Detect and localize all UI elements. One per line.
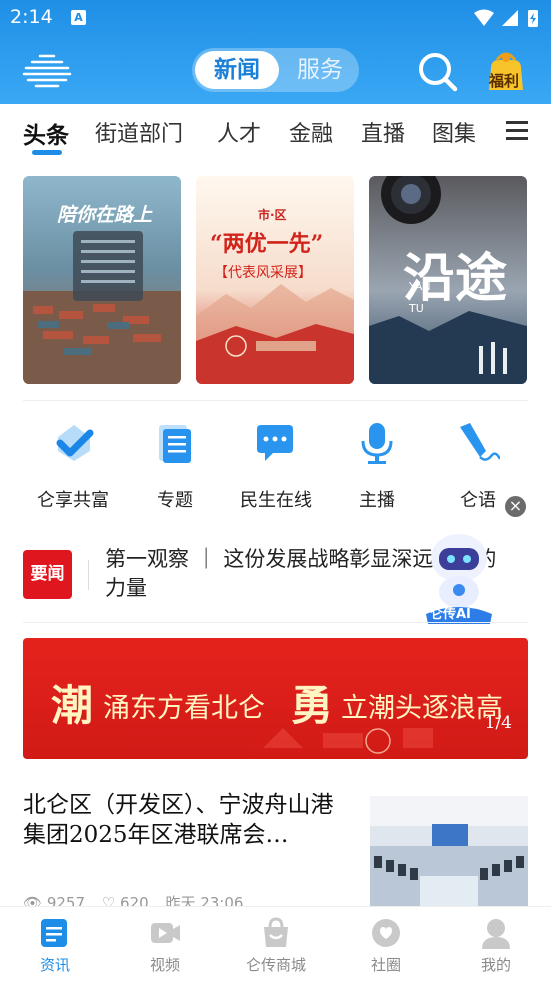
article-title[interactable]: 北仑区（开发区）、宁波舟山港集团2025年区港联席会… [23, 790, 353, 850]
article-thumbnail[interactable] [370, 796, 528, 908]
banner-subtitle: YAN TU [409, 280, 431, 315]
quick-entry-label[interactable]: 仑享共富 [23, 486, 123, 512]
divider [88, 560, 89, 590]
toggle-service[interactable]: 服务 [284, 51, 356, 89]
community-icon[interactable] [370, 917, 402, 949]
divider [23, 622, 528, 623]
search-icon[interactable] [417, 51, 459, 93]
nav-label-news[interactable]: 资讯 [10, 954, 100, 975]
nav-label-mall[interactable]: 仑传商城 [231, 954, 321, 975]
app-header: 2:14 A 新闻 服务 福利 [0, 0, 551, 104]
banner-card-along-the-way[interactable]: 沿途 YAN TU [369, 176, 527, 384]
welfare-label: 福利 [489, 72, 520, 90]
promo-banner[interactable]: 潮 涌东方看北仑 勇 立潮头逐浪高 1/4 [23, 638, 528, 759]
banner-title: 陪你在路上 [57, 204, 153, 226]
tab-gallery[interactable]: 图集 [432, 116, 476, 148]
banner-card-two-excellence[interactable]: 市·区 “两优一先” 【代表风采展】 [196, 176, 354, 384]
banner-text: 立潮头逐浪高 [341, 693, 503, 724]
tab-live[interactable]: 直播 [361, 116, 405, 148]
close-icon[interactable]: × [505, 496, 526, 517]
banner-page-indicator: 1/4 [484, 713, 512, 733]
ai-assistant-label: 仑传AI [430, 607, 471, 622]
banner-char: 勇 [291, 681, 334, 730]
quick-entry-label[interactable]: 民生在线 [226, 486, 326, 512]
quick-entry-label[interactable]: 主播 [327, 486, 427, 512]
tab-street-department[interactable]: 街道部门 [95, 116, 183, 148]
logo-icon[interactable] [22, 52, 72, 90]
news-service-toggle[interactable]: 新闻 服务 [192, 48, 359, 92]
shopping-bag-icon[interactable] [260, 917, 292, 949]
document-icon[interactable] [153, 421, 197, 465]
profile-icon[interactable] [480, 917, 512, 949]
tab-headline[interactable]: 头条 [23, 116, 69, 150]
notification-badge: A [71, 10, 86, 25]
banner-line3: 【代表风采展】 [214, 265, 312, 281]
video-icon[interactable] [149, 917, 181, 949]
microphone-icon[interactable] [355, 421, 399, 465]
divider [23, 400, 528, 401]
status-icons [474, 9, 538, 27]
menu-icon[interactable] [506, 121, 528, 141]
heart-check-icon[interactable] [52, 421, 96, 465]
tab-finance[interactable]: 金融 [289, 116, 333, 148]
nav-label-community[interactable]: 社圈 [341, 954, 431, 975]
toggle-news[interactable]: 新闻 [195, 51, 279, 89]
status-time: 2:14 [10, 6, 53, 28]
active-tab-indicator [32, 150, 62, 155]
headline-badge: 要闻 [23, 550, 72, 599]
banner-text: 涌东方看北仑 [103, 693, 265, 724]
banner-card-on-the-road[interactable]: 陪你在路上 [23, 176, 181, 384]
ai-assistant-button[interactable]: 仑传AI [418, 530, 500, 626]
banner-char: 潮 [51, 681, 94, 730]
tab-talent[interactable]: 人才 [217, 116, 261, 148]
news-icon[interactable] [39, 917, 71, 949]
banner-line2: “两优一先” [210, 231, 324, 257]
nav-label-video[interactable]: 视频 [120, 954, 210, 975]
bottom-nav: 资讯 视频 仑传商城 社圈 我的 [0, 906, 551, 982]
banner-line1: 市·区 [258, 208, 287, 222]
pen-icon[interactable] [456, 421, 500, 465]
nav-label-profile[interactable]: 我的 [451, 954, 541, 975]
meeting-image [370, 796, 528, 908]
chat-bubble-icon[interactable] [253, 421, 297, 465]
quick-entry-label[interactable]: 专题 [125, 486, 225, 512]
